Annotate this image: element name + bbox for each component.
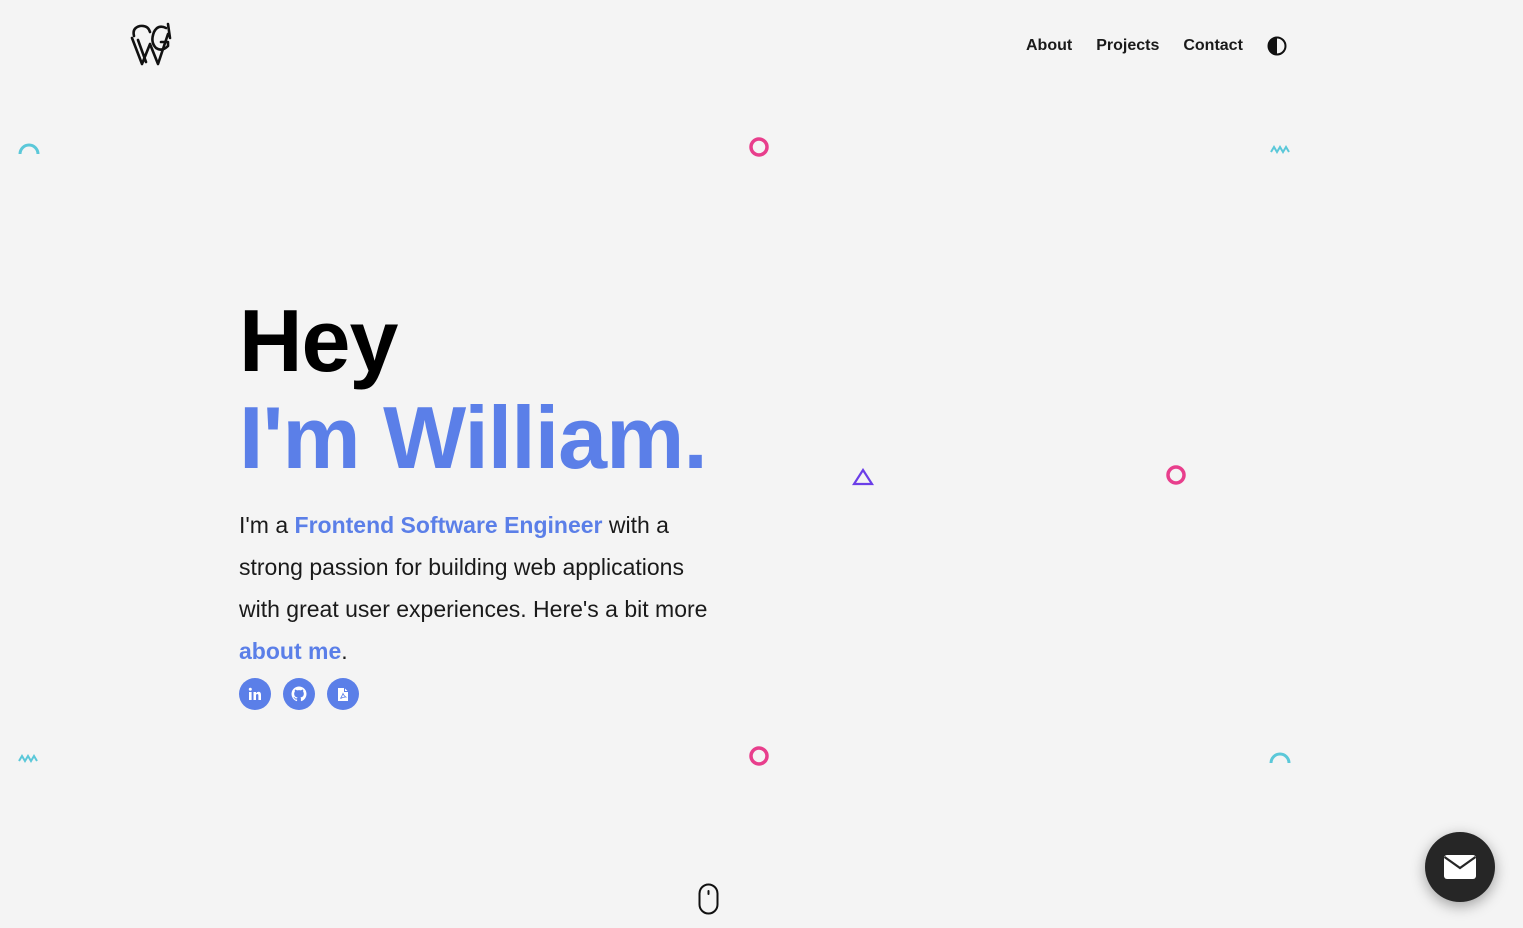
role-highlight: Frontend Software Engineer: [294, 512, 603, 538]
purple-triangle-decoration: [852, 468, 874, 486]
teal-arc-decoration: [1269, 752, 1291, 764]
teal-zigzag-decoration: [18, 754, 38, 763]
nav-contact-link[interactable]: Contact: [1183, 36, 1243, 56]
teal-zigzag-decoration: [1270, 145, 1290, 154]
main-nav: About Projects Contact: [1026, 36, 1287, 56]
mouse-scroll-icon: [698, 883, 719, 915]
teal-arc-decoration: [18, 143, 40, 155]
social-links: [239, 678, 371, 710]
envelope-icon: [1443, 855, 1477, 879]
nav-projects-link[interactable]: Projects: [1096, 36, 1159, 56]
pink-ring-decoration: [749, 746, 769, 766]
github-icon: [291, 686, 307, 702]
linkedin-button[interactable]: [239, 678, 271, 710]
contact-fab-button[interactable]: [1425, 832, 1495, 902]
pink-ring-decoration: [1166, 465, 1186, 485]
page: About Projects Contact Hey I'm William. …: [0, 0, 1523, 928]
intro-text: .: [341, 638, 348, 664]
pdf-file-icon: [338, 687, 348, 701]
github-button[interactable]: [283, 678, 315, 710]
hero-section: Hey I'm William. I'm a Frontend Software…: [239, 294, 709, 672]
resume-pdf-button[interactable]: [327, 678, 359, 710]
about-me-link[interactable]: about me: [239, 638, 341, 664]
linkedin-icon: [248, 687, 261, 700]
theme-toggle-icon[interactable]: [1267, 36, 1287, 56]
pink-ring-decoration: [749, 137, 769, 157]
hero-name: I'm William.: [239, 388, 708, 487]
hero-intro: I'm a Frontend Software Engineer with a …: [239, 504, 709, 672]
wg-logo-icon[interactable]: [128, 20, 176, 70]
intro-text: I'm a: [239, 512, 295, 538]
nav-about-link[interactable]: About: [1026, 36, 1072, 56]
intro-text: Here's a bit more: [533, 596, 708, 622]
hero-greeting: Hey: [239, 291, 398, 390]
